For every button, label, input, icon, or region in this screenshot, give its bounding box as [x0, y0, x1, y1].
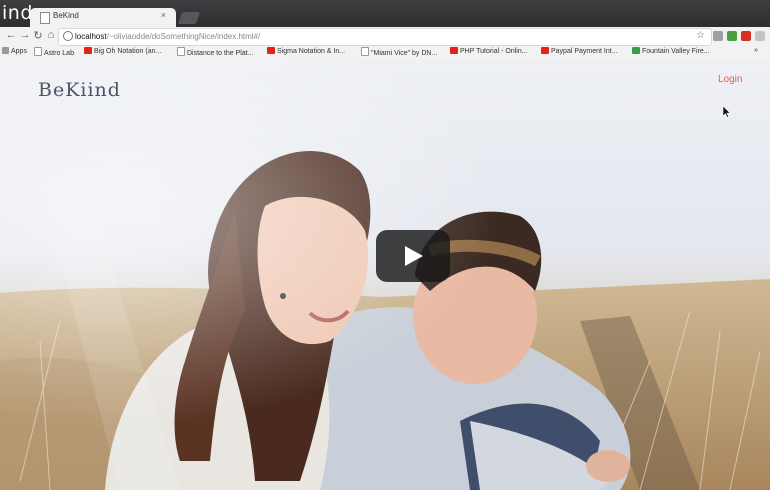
- browser-chrome: ind BeKind × ← → ↻ ⌂ localhost/~oliviaod…: [0, 0, 770, 62]
- page-icon: [34, 47, 42, 56]
- menu-icon[interactable]: [755, 31, 765, 41]
- page-icon: [40, 12, 50, 24]
- bookmark-favicon-icon: [632, 47, 640, 54]
- apps-icon: [2, 47, 9, 54]
- back-arrow-icon[interactable]: ←: [4, 29, 18, 41]
- play-icon: [405, 246, 423, 266]
- bookmark-label: Big Oh Notation (an...: [94, 48, 162, 55]
- login-link[interactable]: Login: [718, 74, 742, 85]
- page-icon: [177, 47, 185, 56]
- youtube-icon: [267, 47, 275, 54]
- browser-tab[interactable]: BeKind ×: [30, 8, 176, 27]
- bookmarks-bar: Apps Astro Lab Big Oh Notation (an... Di…: [0, 45, 770, 60]
- bookmark-item[interactable]: Paypal Payment Int...: [541, 47, 618, 55]
- bookmark-item[interactable]: Sigma Notation & In...: [267, 47, 345, 55]
- page-icon: [361, 47, 369, 56]
- bookmark-item[interactable]: Big Oh Notation (an...: [84, 47, 161, 55]
- close-tab-button[interactable]: ×: [161, 10, 166, 20]
- site-logo[interactable]: BeKiind: [38, 79, 121, 101]
- youtube-icon: [84, 47, 92, 54]
- bookmark-label: Distance to the Plat...: [187, 50, 254, 57]
- web-page: BeKiind Login: [0, 61, 770, 490]
- youtube-icon: [541, 47, 549, 54]
- bookmark-item[interactable]: Astro Lab: [34, 47, 74, 57]
- url-host: localhost: [75, 32, 107, 41]
- bookmark-label: Sigma Notation & In...: [277, 48, 346, 55]
- bookmark-label: "Miami Vice" by DN...: [371, 50, 438, 57]
- bookmark-item[interactable]: "Miami Vice" by DN...: [361, 47, 437, 57]
- bookmark-item[interactable]: PHP Tutorial - Onlin...: [450, 47, 528, 55]
- bookmark-label: Apps: [11, 48, 27, 55]
- forward-arrow-icon[interactable]: →: [18, 29, 32, 41]
- bookmark-label: PHP Tutorial - Onlin...: [460, 48, 528, 55]
- extension-icon[interactable]: [741, 31, 751, 41]
- new-tab-button[interactable]: [177, 12, 201, 24]
- bookmark-apps[interactable]: Apps: [2, 47, 27, 55]
- bookmark-label: Paypal Payment Int...: [551, 48, 618, 55]
- address-bar[interactable]: localhost/~oliviaodde/doSomethingNice/in…: [58, 28, 712, 46]
- reload-icon[interactable]: ↻: [31, 29, 45, 42]
- bookmark-label: Fountain Valley Fire...: [642, 48, 710, 55]
- bookmark-star-icon[interactable]: ☆: [696, 30, 705, 41]
- bookmark-item[interactable]: Fountain Valley Fire...: [632, 47, 710, 55]
- bookmark-item[interactable]: Distance to the Plat...: [177, 47, 254, 57]
- url-path: /~oliviaodde/doSomethingNice/index.html#…: [106, 32, 261, 41]
- mouse-cursor-icon: [723, 106, 731, 118]
- info-icon[interactable]: [63, 31, 73, 41]
- url-text: localhost/~oliviaodde/doSomethingNice/in…: [75, 32, 260, 41]
- title-bar: ind BeKind ×: [0, 0, 770, 27]
- extension-icon[interactable]: [727, 31, 737, 41]
- more-bookmarks-icon[interactable]: »: [754, 47, 758, 54]
- extension-icon[interactable]: [713, 31, 723, 41]
- bookmark-label: Astro Lab: [44, 50, 74, 57]
- video-play-button[interactable]: [376, 230, 450, 282]
- browser-toolbar: ← → ↻ ⌂ localhost/~oliviaodde/doSomethin…: [0, 27, 770, 46]
- tab-title: BeKind: [53, 11, 79, 20]
- home-icon[interactable]: ⌂: [44, 29, 58, 41]
- youtube-icon: [450, 47, 458, 54]
